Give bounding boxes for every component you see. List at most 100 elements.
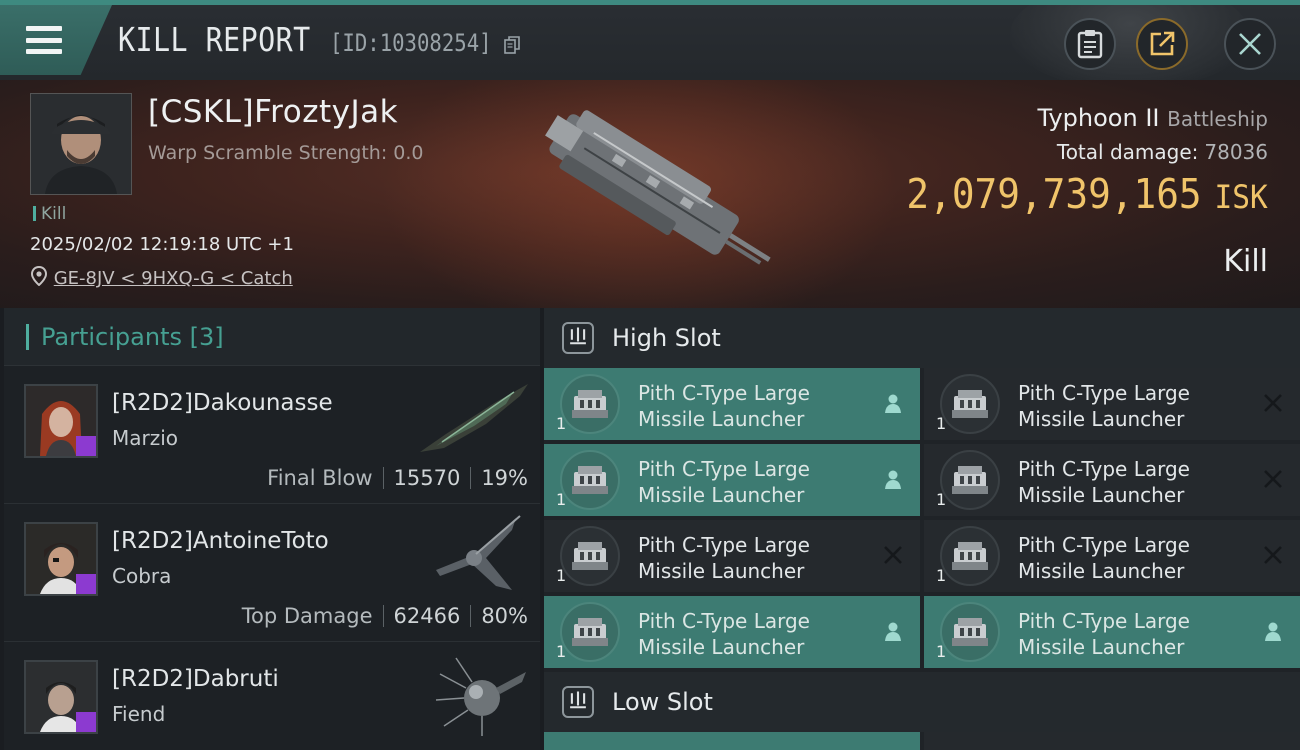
victim-banner: [CSKL]FroztyJak Warp Scramble Strength: …: [0, 80, 1300, 308]
header-bar: KILL REPORT [ID:10308254]: [0, 0, 1300, 90]
participant-name[interactable]: [R2D2]Dakounasse: [112, 390, 333, 416]
victim-avatar[interactable]: [30, 93, 132, 195]
victim-name[interactable]: [CSKL]FroztyJak: [148, 94, 398, 130]
participant-row[interactable]: [R2D2]Dabruti Fiend: [4, 642, 540, 750]
participant-stats: Top Damage 62466 80%: [242, 604, 528, 628]
module-slot[interactable]: [924, 732, 1300, 750]
total-damage-label: Total damage:: [1056, 140, 1199, 164]
victim-ship-image[interactable]: [510, 94, 790, 294]
module-name: Pith C-Type Large Missile Launcher: [638, 456, 810, 508]
high-slot-label: High Slot: [612, 324, 721, 352]
close-button[interactable]: [1224, 18, 1276, 70]
high-slot-header: High Slot: [544, 308, 1300, 368]
module-slot[interactable]: 1 Pith C-Type Large Missile Launcher: [544, 596, 920, 668]
module-slot[interactable]: 1 Pith C-Type Large Missile Launcher: [544, 368, 920, 440]
missile-launcher-icon: [940, 526, 1000, 586]
low-slot-label: Low Slot: [612, 688, 713, 716]
participant-stats: Final Blow 15570 19%: [267, 466, 528, 490]
participant-row[interactable]: [R2D2]Dakounasse Marzio Final Blow 15570 1…: [4, 366, 540, 504]
module-name-line2: Missile Launcher: [1018, 559, 1185, 583]
module-name-line2: Missile Launcher: [638, 407, 805, 431]
module-name-line1: Pith C-Type Large: [638, 381, 810, 405]
missile-launcher-icon: [940, 602, 1000, 662]
module-name-line1: Pith C-Type Large: [1018, 381, 1190, 405]
module-name-line1: Pith C-Type Large: [638, 533, 810, 557]
module-slot[interactable]: 1 Pith C-Type Large Missile Launcher: [544, 520, 920, 592]
participant-ship-image: [420, 384, 528, 452]
dropped-status-icon: [882, 468, 904, 490]
location-pin-icon: [30, 266, 48, 286]
share-button[interactable]: [1136, 18, 1188, 70]
module-slot[interactable]: 1 Pith C-Type Large Missile Launcher: [544, 444, 920, 516]
participants-panel: Participants [3] [R2D2]Dakounasse Marzio: [4, 308, 540, 750]
participants-label: Participants: [41, 322, 182, 351]
module-name-line1: Pith C-Type Large: [1018, 457, 1190, 481]
module-name-line2: Missile Launcher: [638, 483, 805, 507]
module-slot[interactable]: 1 Pith C-Type Large Missile Launcher: [924, 520, 1300, 592]
corp-badge-icon: [76, 436, 96, 456]
module-quantity: 1: [936, 414, 947, 433]
participant-damage: 15570: [393, 466, 461, 490]
clipboard-button[interactable]: [1064, 18, 1116, 70]
module-name-line1: Pith C-Type Large: [1018, 609, 1190, 633]
module-slot[interactable]: 1 Pith C-Type Large Missile Launcher: [924, 596, 1300, 668]
dropped-status-icon: [1262, 620, 1284, 642]
corp-badge-icon: [76, 574, 96, 594]
warp-scramble-strength: Warp Scramble Strength: 0.0: [148, 142, 424, 164]
module-slot[interactable]: [544, 732, 920, 750]
participant-row[interactable]: [R2D2]AntoineToto Cobra Top Damage 62466 8…: [4, 504, 540, 642]
kill-datetime: 2025/02/02 12:19:18 UTC +1: [30, 234, 294, 255]
module-name-line1: Pith C-Type Large: [1018, 533, 1190, 557]
module-name-line2: Missile Launcher: [1018, 407, 1185, 431]
module-name: Pith C-Type Large Missile Launcher: [638, 380, 810, 432]
participant-name[interactable]: [R2D2]Dabruti: [112, 666, 279, 692]
missile-launcher-icon: [560, 526, 620, 586]
participant-avatar[interactable]: [24, 660, 98, 734]
module-slot[interactable]: 1 Pith C-Type Large Missile Launcher: [924, 444, 1300, 516]
header-accent-line: [0, 0, 1300, 5]
module-quantity: 1: [556, 414, 567, 433]
high-slot-icon: [562, 322, 594, 354]
participant-ship-image: [436, 515, 521, 590]
module-quantity: 1: [936, 642, 947, 661]
participant-role: Final Blow: [267, 466, 373, 490]
location-text[interactable]: GE-8JV < 9HXQ-G < Catch: [54, 268, 293, 289]
module-slot[interactable]: 1 Pith C-Type Large Missile Launcher: [924, 368, 1300, 440]
participant-name[interactable]: [R2D2]AntoineToto: [112, 528, 329, 554]
hamburger-icon: [26, 26, 62, 54]
module-quantity: 1: [936, 566, 947, 585]
participant-ship: Fiend: [112, 702, 166, 726]
kill-tag-label: Kill: [41, 204, 67, 224]
module-name-line2: Missile Launcher: [1018, 483, 1185, 507]
menu-button[interactable]: [0, 5, 112, 75]
total-damage: Total damage: 78036: [1057, 140, 1268, 164]
destroyed-status-icon: [1262, 544, 1284, 566]
corp-badge-icon: [76, 712, 96, 732]
module-name-line2: Missile Launcher: [1018, 635, 1185, 659]
dropped-status-icon: [882, 392, 904, 414]
participant-percent: 19%: [481, 466, 528, 490]
destroyed-status-icon: [1262, 468, 1284, 490]
module-name: Pith C-Type Large Missile Launcher: [1018, 532, 1190, 584]
module-name: Pith C-Type Large Missile Launcher: [1018, 456, 1190, 508]
participant-avatar[interactable]: [24, 522, 98, 596]
header-background-planet: [1010, 0, 1250, 90]
low-slot-icon: [562, 686, 594, 718]
location-link[interactable]: GE-8JV < 9HXQ-G < Catch: [30, 266, 293, 289]
copy-icon[interactable]: [504, 36, 520, 54]
module-quantity: 1: [556, 490, 567, 509]
dropped-status-icon: [882, 620, 904, 642]
missile-launcher-icon: [560, 374, 620, 434]
high-slot-grid: 1 Pith C-Type Large Missile Launcher 1 Pith …: [544, 368, 1300, 672]
participant-avatar[interactable]: [24, 384, 98, 458]
clipboard-icon: [1077, 30, 1103, 59]
destroyed-status-icon: [882, 544, 904, 566]
report-id: [ID:10308254]: [330, 29, 492, 57]
participant-ship-image: [435, 657, 526, 736]
module-name-line1: Pith C-Type Large: [638, 457, 810, 481]
fitting-panel: High Slot 1 Pith C-Type Large Missile Laun…: [544, 308, 1300, 750]
module-name-line2: Missile Launcher: [638, 635, 805, 659]
participant-role: Top Damage: [241, 604, 373, 628]
participant-percent: 80%: [481, 604, 528, 628]
victim-ship[interactable]: Typhoon II Battleship: [1038, 104, 1268, 132]
